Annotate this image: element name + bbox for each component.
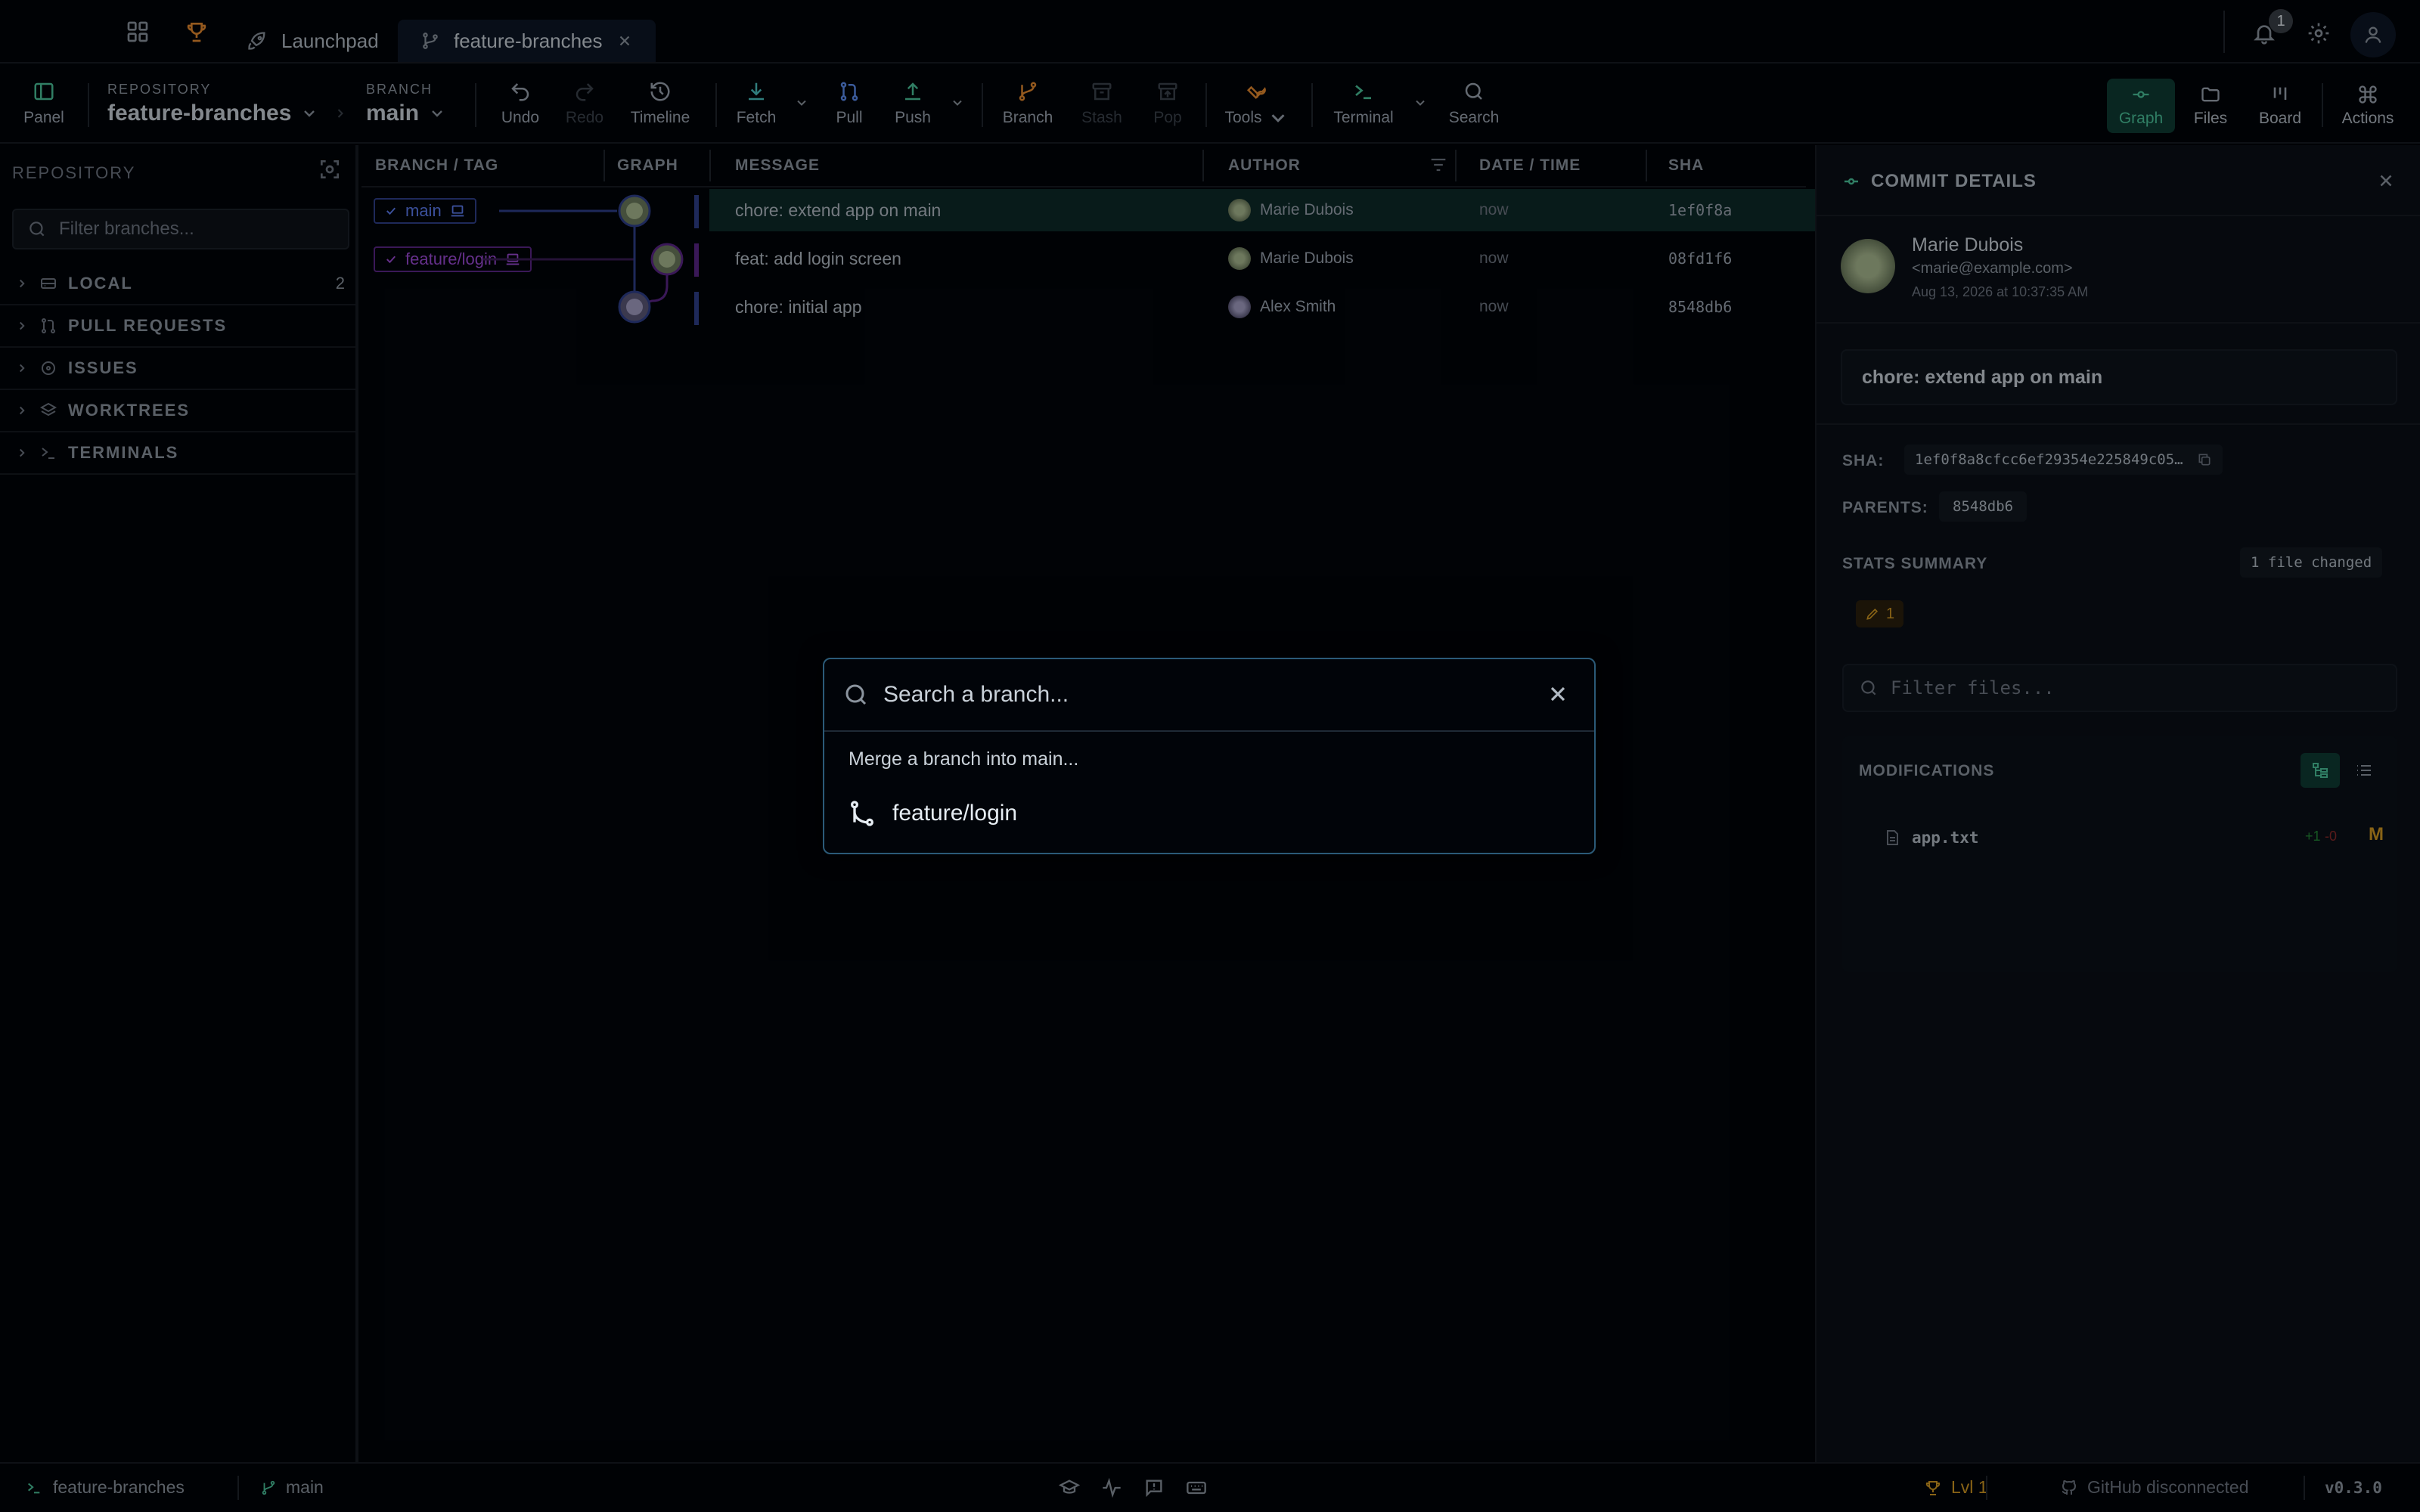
merge-branch-dialog: Search a branch... Merge a branch into m… — [823, 658, 1596, 854]
branch-option[interactable]: feature/login — [847, 798, 1017, 829]
search-placeholder: Search a branch... — [883, 682, 1069, 707]
branch-search-input[interactable]: Search a branch... — [824, 659, 1594, 732]
dialog-heading: Merge a branch into main... — [849, 748, 1079, 770]
branch-icon — [851, 801, 873, 826]
close-icon[interactable] — [1546, 682, 1570, 706]
search-icon — [845, 684, 867, 705]
branch-option-label: feature/login — [892, 801, 1018, 826]
